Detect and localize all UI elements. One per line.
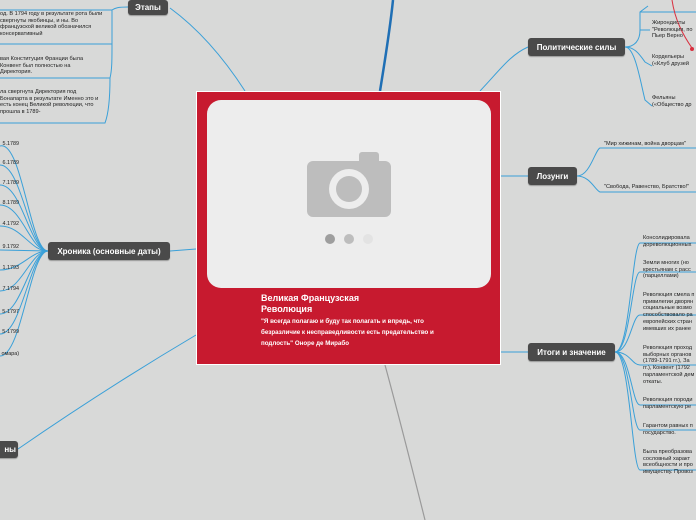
- results-leaf[interactable]: Была преобразова сословный характ всеобщ…: [643, 449, 696, 476]
- results-leaf[interactable]: Революция смела п привилегии дворян соци…: [643, 292, 696, 332]
- chronicle-date[interactable]: омара): [0, 351, 20, 357]
- branch-causes[interactable]: ны: [0, 441, 18, 458]
- results-leaf[interactable]: Революция проход выборных органов (1789-…: [643, 345, 696, 385]
- image-placeholder: [207, 100, 491, 288]
- results-leaf[interactable]: Революция породи парламентскую ре: [643, 397, 696, 410]
- chronicle-date[interactable]: 5-1799: [0, 329, 19, 335]
- chronicle-date[interactable]: 6.1789: [0, 160, 20, 166]
- results-leaf[interactable]: Консолидировала дореволюционных: [643, 235, 696, 248]
- political-leaf[interactable]: Кордельеры («Клуб друзей: [652, 54, 696, 67]
- central-quote: "Я всегда полагаю и буду так полагать и …: [261, 318, 434, 347]
- results-leaf[interactable]: Гарантом равных п государство.: [643, 423, 696, 436]
- results-leaf[interactable]: Земли многих (но крестьянам с расс (парц…: [643, 260, 696, 280]
- stages-leaf[interactable]: вая Конституция Франции была Конвент был…: [0, 56, 100, 76]
- chronicle-date[interactable]: 5.1789: [0, 141, 20, 147]
- stages-leaf[interactable]: ла свергнута Директория под Бонапарта в …: [0, 89, 104, 116]
- stages-leaf[interactable]: од. В 1794 году в результате рота были с…: [0, 11, 110, 38]
- branch-chronicle[interactable]: Хроника (основные даты): [48, 242, 170, 260]
- chronicle-date[interactable]: 5-1797: [0, 309, 19, 315]
- camera-icon: [307, 152, 391, 244]
- branch-political-forces[interactable]: Политические силы: [528, 38, 625, 56]
- chronicle-date[interactable]: 9.1792: [0, 244, 20, 250]
- central-topic-card[interactable]: Великая Французская Революция "Я всегда …: [196, 91, 501, 365]
- chronicle-date[interactable]: 8.1789: [0, 200, 20, 206]
- branch-slogans[interactable]: Лозунги: [528, 167, 577, 185]
- chronicle-date[interactable]: 1.1793: [0, 265, 20, 271]
- chronicle-date[interactable]: 4.1792: [0, 221, 20, 227]
- chronicle-date[interactable]: 7.1789: [0, 180, 20, 186]
- political-leaf[interactable]: Фельяны («Общество др: [652, 95, 696, 108]
- branch-results[interactable]: Итоги и значение: [528, 343, 615, 361]
- branch-stages[interactable]: Этапы: [128, 0, 168, 15]
- slogan-leaf[interactable]: "Мир хижинам, война дворцам": [604, 141, 696, 148]
- central-title: Великая Французская Революция: [261, 293, 360, 314]
- slogan-leaf[interactable]: "Свобода, Равенство, Братство!": [604, 184, 696, 191]
- political-leaf[interactable]: Жирондисты "Революция, по Пьер Верно: [652, 20, 696, 40]
- chronicle-date[interactable]: 7.1794: [0, 286, 20, 292]
